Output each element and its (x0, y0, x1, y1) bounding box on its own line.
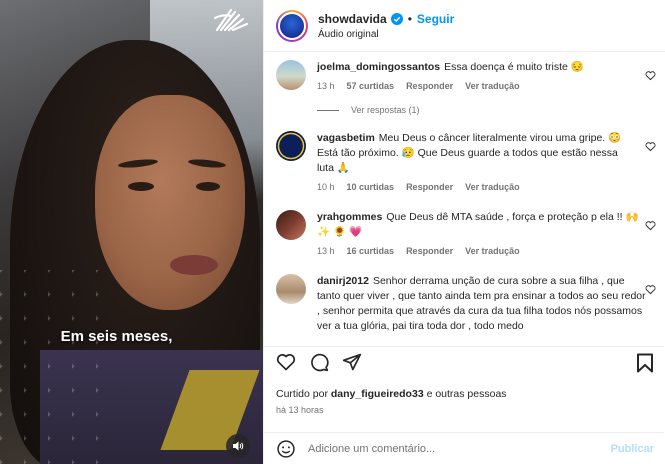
replies-divider (317, 109, 339, 111)
comment-item: joelma_domingossantos Essa doença é muito… (264, 60, 664, 115)
comment-text: Essa doença é muito triste 😔 (444, 61, 584, 73)
comment-input[interactable]: Adicione um comentário... (308, 443, 611, 455)
comment-time[interactable]: 10 h (317, 182, 335, 192)
add-comment-bar: Adicione um comentário... Publicar (264, 432, 664, 464)
share-paper-plane-icon[interactable] (342, 352, 362, 372)
post-panel: showdavida • Seguir Áudio original joelm… (263, 0, 665, 464)
post-actions (264, 346, 664, 376)
geometric-overlay (0, 270, 120, 464)
comment-bubble-icon[interactable] (309, 352, 329, 372)
comment-username[interactable]: yrahgommes (317, 211, 382, 223)
liked-by-user[interactable]: dany_figueiredo33 (331, 388, 424, 400)
commenter-avatar[interactable] (276, 210, 306, 240)
author-username[interactable]: showdavida (318, 12, 387, 26)
save-bookmark-icon[interactable] (636, 353, 654, 373)
commenter-avatar[interactable] (276, 274, 306, 304)
comment-likes[interactable]: 57 curtidas (347, 81, 395, 91)
reply-button[interactable]: Responder (406, 246, 453, 256)
reply-button[interactable]: Responder (406, 182, 453, 192)
verified-badge-icon (390, 12, 403, 25)
comment-time[interactable]: 13 h (317, 246, 335, 256)
translate-button[interactable]: Ver tradução (465, 81, 520, 91)
emoji-smiley-icon[interactable] (276, 439, 296, 459)
comment-username[interactable]: vagasbetim (317, 132, 375, 144)
publish-button[interactable]: Publicar (611, 443, 654, 455)
translate-button[interactable]: Ver tradução (465, 182, 520, 192)
comment-likes[interactable]: 10 curtidas (347, 182, 395, 192)
post-header: showdavida • Seguir Áudio original (264, 0, 665, 52)
like-comment-heart-icon[interactable] (645, 141, 656, 152)
translate-button[interactable]: Ver tradução (465, 246, 520, 256)
comment-username[interactable]: danirj2012 (317, 275, 369, 287)
header-separator: • (407, 11, 412, 26)
follow-button[interactable]: Seguir (417, 12, 454, 26)
liked-by-prefix: Curtido por (276, 388, 328, 400)
comment-username[interactable]: joelma_domingossantos (317, 61, 440, 73)
comment-item: yrahgommes Que Deus dê MTA saúde , força … (264, 210, 664, 256)
mouth (170, 255, 218, 275)
view-replies-label: Ver respostas (1) (351, 105, 420, 115)
post-time[interactable]: há 13 horas (276, 405, 324, 415)
reel-video[interactable]: Em seis meses, (0, 0, 263, 464)
like-comment-heart-icon[interactable] (645, 220, 656, 231)
comment-time[interactable]: 13 h (317, 81, 335, 91)
speaker-icon (233, 441, 244, 451)
post-viewer: Em seis meses, showdavida • Seguir Áudio… (0, 0, 665, 464)
eye-right (196, 182, 220, 191)
like-comment-heart-icon[interactable] (645, 70, 656, 81)
video-subtitle: Em seis meses, (60, 328, 173, 345)
like-comment-heart-icon[interactable] (645, 284, 656, 295)
audio-label[interactable]: Áudio original (318, 29, 454, 40)
channel-logo-icon (213, 8, 249, 32)
commenter-avatar[interactable] (276, 131, 306, 161)
comment-item: vagasbetim Meu Deus o câncer literalmente… (264, 131, 664, 192)
liked-by-suffix[interactable]: e outras pessoas (427, 388, 507, 400)
comment-item: danirj2012 Senhor derrama unção de cura s… (264, 274, 664, 334)
view-replies-button[interactable]: Ver respostas (1) (317, 105, 584, 115)
like-heart-icon[interactable] (276, 352, 296, 372)
eye-left (128, 182, 154, 191)
comments-list[interactable]: joelma_domingossantos Essa doença é muito… (264, 52, 664, 346)
commenter-avatar[interactable] (276, 60, 306, 90)
reply-button[interactable]: Responder (406, 81, 453, 91)
liked-by-text: Curtido por dany_figueiredo33 e outras p… (276, 388, 507, 400)
author-avatar[interactable] (276, 9, 308, 42)
comment-likes[interactable]: 16 curtidas (347, 246, 395, 256)
mute-button[interactable] (226, 434, 250, 458)
